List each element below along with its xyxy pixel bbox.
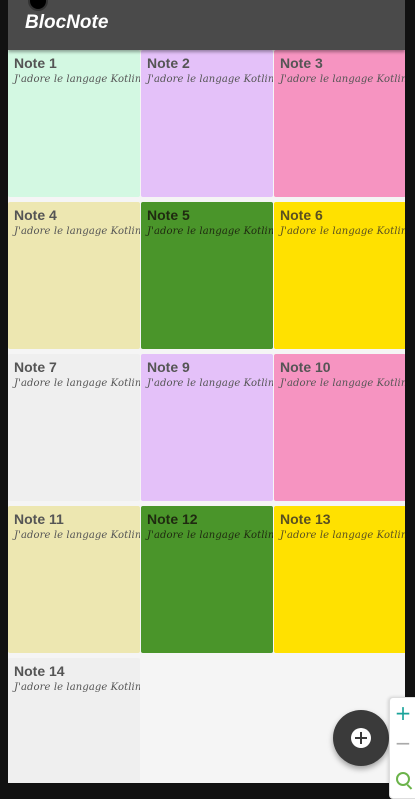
note-card[interactable]: Note 3 J'adore le langage Kotlin (274, 50, 405, 197)
note-card[interactable]: Note 6 J'adore le langage Kotlin (274, 202, 405, 349)
note-body: J'adore le langage Kotlin (280, 530, 405, 541)
note-title: Note 6 (280, 207, 323, 223)
note-card[interactable]: Note 1 J'adore le langage Kotlin (8, 50, 140, 197)
note-title: Note 9 (147, 359, 190, 375)
note-title: Note 2 (147, 55, 190, 71)
note-body: J'adore le langage Kotlin (280, 74, 405, 85)
note-body: J'adore le langage Kotlin (14, 74, 140, 85)
note-body: J'adore le langage Kotlin (280, 378, 405, 389)
note-title: Note 11 (14, 511, 64, 527)
add-note-button[interactable] (333, 710, 389, 766)
note-card[interactable]: Note 7 J'adore le langage Kotlin (8, 354, 140, 501)
note-body: J'adore le langage Kotlin (280, 226, 405, 237)
note-body: J'adore le langage Kotlin (147, 74, 273, 85)
zoom-panel: + − (389, 697, 415, 799)
note-body: J'adore le langage Kotlin (14, 682, 140, 693)
note-title: Note 4 (14, 207, 57, 223)
note-card[interactable]: Note 4 J'adore le langage Kotlin (8, 202, 140, 349)
note-title: Note 14 (14, 663, 65, 679)
note-card[interactable]: Note 13 J'adore le langage Kotlin (274, 506, 405, 653)
note-card[interactable]: Note 5 J'adore le langage Kotlin (141, 202, 273, 349)
note-body: J'adore le langage Kotlin (147, 378, 273, 389)
notes-grid: Note 1 J'adore le langage Kotlin Note 2 … (8, 50, 405, 783)
note-title: Note 5 (147, 207, 190, 223)
note-card[interactable]: Note 11 J'adore le langage Kotlin (8, 506, 140, 653)
note-card[interactable]: Note 9 J'adore le langage Kotlin (141, 354, 273, 501)
app-bar: BlocNote (8, 0, 405, 50)
note-body: J'adore le langage Kotlin (14, 530, 140, 541)
note-body: J'adore le langage Kotlin (147, 226, 273, 237)
note-title: Note 10 (280, 359, 331, 375)
note-card[interactable]: Note 10 J'adore le langage Kotlin (274, 354, 405, 501)
note-card[interactable]: Note 12 J'adore le langage Kotlin (141, 506, 273, 653)
zoom-in-button[interactable]: + (390, 698, 415, 728)
note-title: Note 7 (14, 359, 57, 375)
note-card[interactable]: Note 2 J'adore le langage Kotlin (141, 50, 273, 197)
note-body: J'adore le langage Kotlin (147, 530, 273, 541)
note-body: J'adore le langage Kotlin (14, 378, 140, 389)
note-title: Note 13 (280, 511, 331, 527)
zoom-out-button[interactable]: − (390, 728, 415, 758)
note-title: Note 12 (147, 511, 198, 527)
note-title: Note 3 (280, 55, 323, 71)
note-body: J'adore le langage Kotlin (14, 226, 140, 237)
app-title: BlocNote (25, 12, 109, 33)
note-card[interactable]: Note 14 J'adore le langage Kotlin (8, 658, 140, 783)
add-circle-icon (351, 728, 371, 748)
note-title: Note 1 (14, 55, 57, 71)
phone-screen: BlocNote Note 1 J'adore le langage Kotli… (8, 0, 405, 783)
magnifier-icon[interactable] (396, 772, 410, 786)
